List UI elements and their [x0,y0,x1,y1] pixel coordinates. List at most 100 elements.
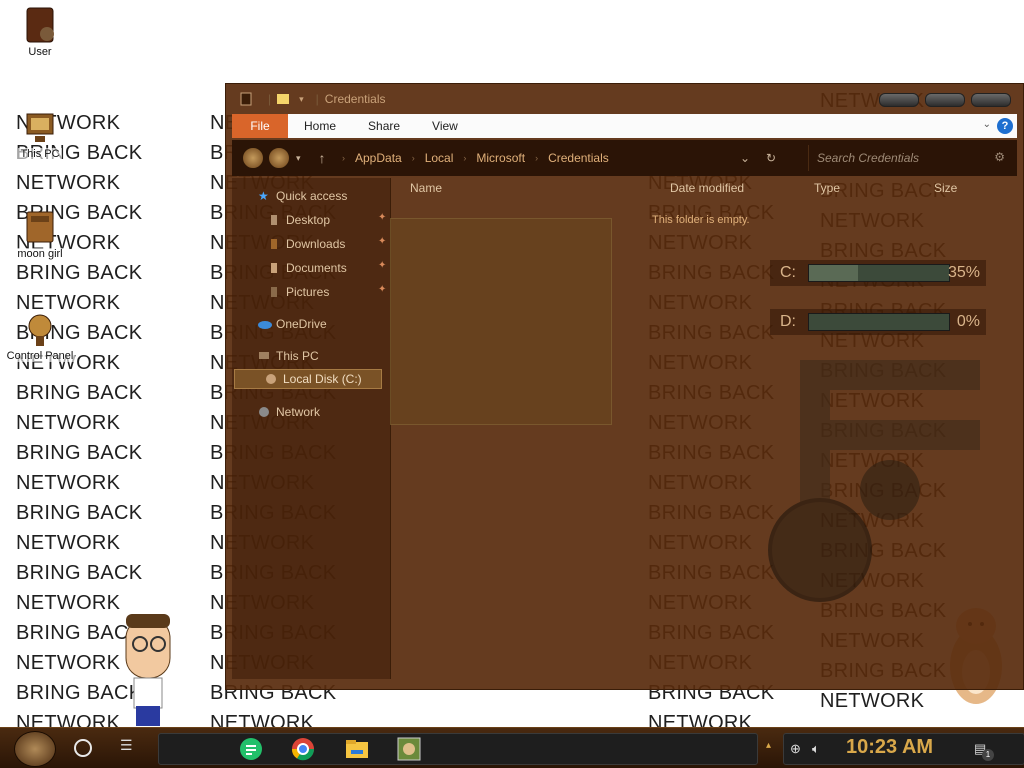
drive-usage-bar [808,264,950,282]
desktop-icon-moon-girl[interactable]: moon girl [0,208,80,260]
refresh-icon[interactable]: ↻ [766,151,776,165]
sidebar-item-label: Local Disk (C:) [283,372,362,386]
drive-usage-bar [808,313,950,331]
wallpaper-text-line: BRING BACK [16,382,143,404]
window-menu-icon[interactable] [240,92,252,106]
empty-folder-message: This folder is empty. [652,214,750,226]
sidebar-item-this-pc[interactable]: This PC [258,346,319,366]
breadcrumb: › AppData › Local › Microsoft › Credenti… [342,151,619,165]
tab-view[interactable]: View [416,114,474,138]
sidebar-item-label: Quick access [276,189,348,203]
search-icon[interactable]: ⚙ [994,150,1005,164]
column-date-modified[interactable]: Date modified [670,181,744,195]
computer-icon [23,108,57,146]
breadcrumb-credentials[interactable]: Credentials [548,151,609,165]
minimize-button[interactable] [879,93,919,107]
desktop-icon-label: moon girl [15,248,65,260]
desktop-icon-label: Control Panel [4,350,76,362]
image-app-icon[interactable] [397,737,421,761]
wallpaper-text-line: NETWORK [820,690,925,712]
help-icon[interactable]: ? [997,118,1013,134]
sidebar-item-network[interactable]: Network [258,402,320,422]
breadcrumb-microsoft[interactable]: Microsoft [476,151,525,165]
wallpaper-text-line: NETWORK [16,172,121,194]
wallpaper-text-line: BRING BACK [16,562,143,584]
desktop-icon-this-pc[interactable]: This PC [0,108,80,160]
tab-share[interactable]: Share [352,114,416,138]
tray-overflow-icon[interactable]: ▴ [766,740,771,751]
task-view-icon[interactable]: ☰ [120,737,138,753]
breadcrumb-separator-icon: › [342,153,345,163]
chrome-icon[interactable] [291,737,315,761]
desktop-icon [268,214,280,226]
drive-label: D: [780,313,796,330]
search-input[interactable]: Search Credentials [808,145,1004,171]
column-size[interactable]: Size [934,181,957,195]
folder-quick-icon[interactable] [277,92,290,106]
pin-icon[interactable]: ✦ [378,212,386,223]
sidebar-item-desktop[interactable]: Desktop [268,210,330,230]
star-icon: ★ [258,189,269,203]
sidebar-item-label: Documents [286,261,347,275]
breadcrumb-separator-icon: › [463,153,467,163]
file-explorer-icon[interactable] [345,737,369,761]
volume-icon[interactable]: 🔈︎ [812,741,820,757]
pin-icon[interactable]: ✦ [378,284,386,295]
steampunk-pipes-decoration [760,340,1000,640]
tab-home[interactable]: Home [288,114,352,138]
drive-percent: 35% [947,264,980,281]
notification-badge: 1 [982,749,994,761]
back-button[interactable] [242,147,264,169]
up-arrow-icon[interactable]: ↑ [319,150,326,166]
drive-meter-c: C: 35% [770,260,986,286]
breadcrumb-appdata[interactable]: AppData [355,151,402,165]
pin-icon[interactable]: ✦ [378,236,386,247]
taskbar: ☰ ▴ ⊕ 🔈︎ 10:23 AM ▤ 1 [0,727,1024,768]
sidebar-item-label: OneDrive [276,317,327,331]
address-dropdown-icon[interactable]: ⌄ [740,151,750,165]
drive-meter-d: D: 0% [770,309,986,335]
desktop-icon-label: User [26,46,54,58]
network-icon [258,406,270,418]
faded-dialog-overlay [390,218,612,425]
wallpaper-text-line: BRING BACK [16,442,143,464]
customize-toolbar-icon[interactable]: ▾ [299,94,304,105]
clock[interactable]: 10:23 AM [846,736,933,759]
tab-file[interactable]: File [232,114,288,138]
sidebar-item-downloads[interactable]: Downloads [268,234,345,254]
forward-button[interactable] [268,147,290,169]
sidebar-item-onedrive[interactable]: OneDrive [258,314,327,334]
column-type[interactable]: Type [814,181,840,195]
column-name[interactable]: Name [410,181,442,195]
desktop-icon-user[interactable]: User [0,6,80,58]
folder-icon [23,208,57,246]
start-button[interactable] [14,731,56,767]
cartoon-man-decoration [118,612,178,727]
breadcrumb-local[interactable]: Local [425,151,454,165]
close-button[interactable] [971,93,1011,107]
sidebar-item-pictures[interactable]: Pictures [268,282,329,302]
search-circle-icon[interactable] [74,739,92,757]
window-controls [879,93,1011,107]
recent-locations-icon[interactable]: ▾ [296,153,301,164]
network-globe-icon[interactable]: ⊕ [790,741,801,757]
sheets-icon[interactable] [239,737,263,761]
maximize-button[interactable] [925,93,965,107]
wallpaper-text-line: BRING BACK [16,502,143,524]
sidebar-item-label: Network [276,405,321,419]
window-title: Credentials [324,92,386,106]
onedrive-icon [258,318,272,330]
pin-icon[interactable]: ✦ [378,260,386,271]
pictures-icon [268,286,280,298]
breadcrumb-separator-icon: › [411,153,415,163]
sidebar-item-label: Desktop [286,213,331,227]
documents-icon [268,262,280,274]
sidebar-item-documents[interactable]: Documents [268,258,347,278]
desktop-icon-control-panel[interactable]: Control Panel [0,310,80,362]
wallpaper-text-line: NETWORK [16,472,121,494]
breadcrumb-separator-icon: › [535,153,539,163]
expand-ribbon-icon[interactable]: ⌄ [983,119,991,130]
sidebar-item-quick-access[interactable]: ★ Quick access [258,186,347,206]
wallpaper-text-line: NETWORK [16,532,121,554]
sidebar-item-local-disk[interactable]: Local Disk (C:) [234,369,382,389]
